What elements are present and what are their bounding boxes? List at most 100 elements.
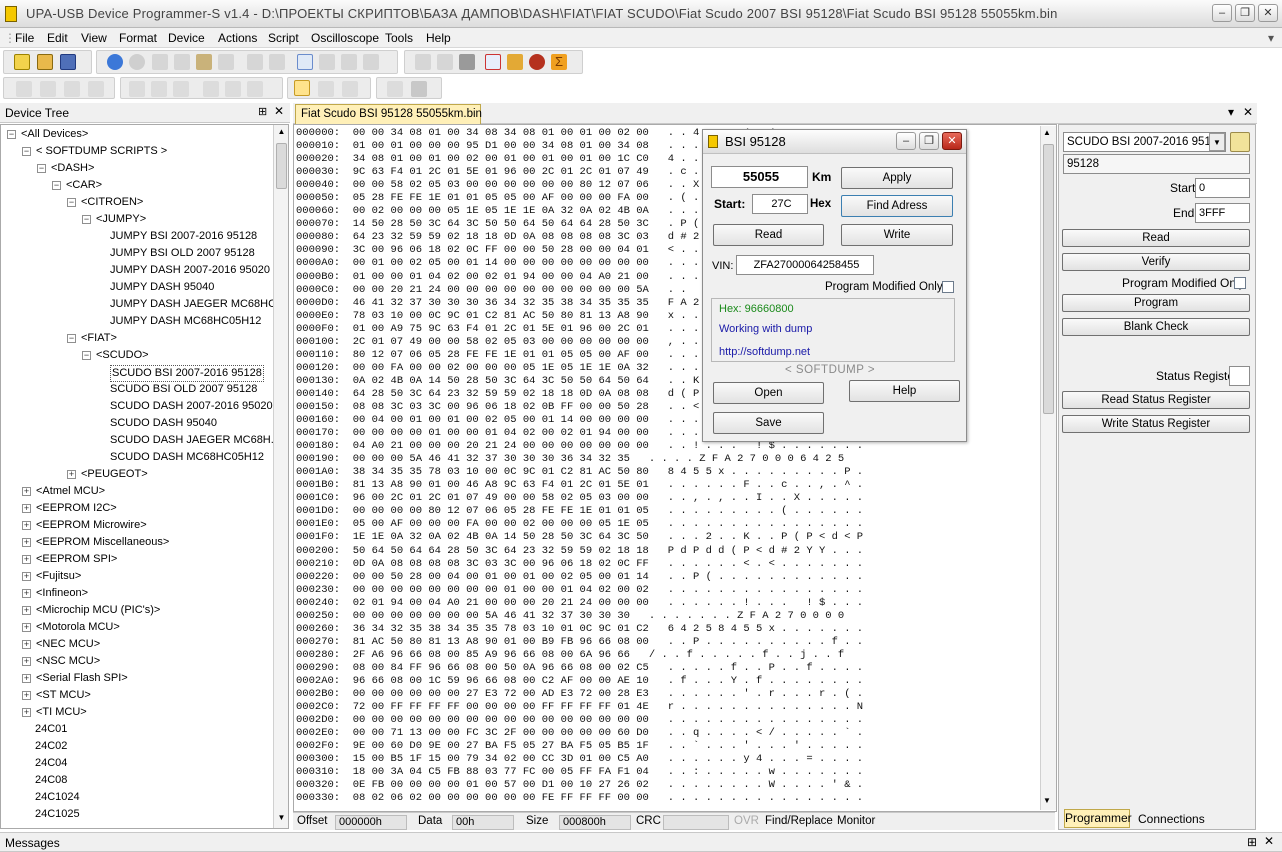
km-input[interactable]: 55055 [711, 166, 808, 188]
tree-node[interactable]: <SCUDO> [96, 348, 149, 363]
tree-node[interactable]: <FIAT> [81, 331, 117, 346]
menu-help[interactable]: Help [426, 31, 451, 45]
menu-view[interactable]: View [81, 31, 107, 45]
dialog-close-button[interactable]: ✕ [942, 132, 962, 150]
tree-node[interactable]: <Microchip MCU (PIC's)> [36, 603, 160, 618]
align-center-icon[interactable] [225, 81, 241, 97]
tree-node[interactable]: JUMPY DASH MC68HC05H12 [110, 314, 261, 329]
tree-scrollbar[interactable]: ▲ ▼ [273, 125, 288, 828]
tree-node[interactable]: <JUMPY> [96, 212, 146, 227]
align-right-icon[interactable] [247, 81, 263, 97]
expand-icon[interactable]: + [22, 606, 31, 615]
tree-node[interactable]: 24C01 [35, 722, 67, 737]
replace-icon[interactable] [269, 54, 285, 70]
tree-node[interactable]: 24C1024 [35, 790, 80, 805]
tree-node[interactable]: <TI MCU> [36, 705, 87, 720]
hex-line[interactable]: 0001A0: 38 34 35 35 78 03 10 00 0C 9C 01… [296, 466, 1042, 479]
hex-line[interactable]: 000190: 00 00 00 5A 46 41 32 37 30 30 30… [296, 453, 1042, 466]
new-icon[interactable] [14, 54, 30, 70]
tree-node[interactable]: SCUDO DASH 2007-2016 95020 [110, 399, 273, 414]
tree-node[interactable]: JUMPY BSI 2007-2016 95128 [110, 229, 257, 244]
hex-line[interactable]: 000280: 2F A6 96 66 08 00 85 A9 96 66 08… [296, 649, 1042, 662]
menu-script[interactable]: Script [268, 31, 299, 45]
tree-node[interactable]: SCUDO BSI 2007-2016 95128 [110, 365, 264, 382]
bold-icon[interactable] [129, 81, 145, 97]
undo-icon[interactable] [107, 54, 123, 70]
hex-line[interactable]: 000320: 0E FB 00 00 00 00 01 00 57 00 D1… [296, 779, 1042, 792]
expand-icon[interactable]: + [22, 572, 31, 581]
tree-node[interactable]: <Motorola MCU> [36, 620, 120, 635]
apply-button[interactable]: Apply [841, 167, 953, 189]
hex-line[interactable]: 0002D0: 00 00 00 00 00 00 00 00 00 00 00… [296, 714, 1042, 727]
read-chip-button[interactable]: Read [1062, 229, 1250, 247]
chip-icon[interactable] [415, 54, 431, 70]
tree-node[interactable]: <CAR> [66, 178, 102, 193]
close-tab-icon[interactable]: ✕ [1243, 105, 1253, 119]
arrows-icon[interactable] [88, 81, 104, 97]
minimize-button[interactable]: – [1212, 4, 1232, 22]
hex-line[interactable]: 000330: 08 02 06 02 00 00 00 00 00 00 FE… [296, 792, 1042, 805]
open-script-icon[interactable] [1230, 132, 1250, 152]
tree-node[interactable]: <ST MCU> [36, 688, 91, 703]
expand-icon[interactable]: + [22, 623, 31, 632]
hex-scroll-thumb[interactable] [1043, 144, 1054, 414]
tab-list-icon[interactable]: ▾ [1228, 105, 1234, 119]
hex-line[interactable]: 0002B0: 00 00 00 00 00 00 27 E3 72 00 AD… [296, 688, 1042, 701]
tree-node[interactable]: SCUDO DASH MC68HC05H12 [110, 450, 264, 465]
end-address-input[interactable]: 3FFF [1195, 203, 1250, 223]
delete-icon[interactable] [218, 54, 234, 70]
hex-line[interactable]: 0002C0: 72 00 FF FF FF FF 00 00 00 00 FF… [296, 701, 1042, 714]
find-replace-tab[interactable]: Find/Replace [765, 815, 833, 827]
expand-icon[interactable]: + [22, 640, 31, 649]
menu-tools[interactable]: Tools [385, 31, 413, 45]
hex-line[interactable]: 0002F0: 9E 00 60 D0 9E 00 27 BA F5 05 27… [296, 740, 1042, 753]
play-icon[interactable] [387, 81, 403, 97]
tree-node[interactable]: <CITROEN> [81, 195, 143, 210]
redo-icon[interactable] [129, 54, 145, 70]
checklist-icon[interactable] [485, 54, 501, 70]
expand-icon[interactable]: + [22, 538, 31, 547]
pins-icon[interactable] [459, 54, 475, 70]
hex-line[interactable]: 0001C0: 96 00 2C 01 2C 01 07 49 00 00 58… [296, 492, 1042, 505]
hex-scrollbar[interactable]: ▲ ▼ [1040, 126, 1056, 810]
tree-node[interactable]: <EEPROM SPI> [36, 552, 117, 567]
stop-icon[interactable] [411, 81, 427, 97]
hex-line[interactable]: 0002E0: 00 00 71 13 00 00 FC 3C 2F 00 00… [296, 727, 1042, 740]
dialog-minimize-button[interactable]: – [896, 132, 916, 150]
tree-node[interactable]: <Fujitsu> [36, 569, 81, 584]
hex-line[interactable]: 000250: 00 00 00 00 00 00 00 5A 46 41 32… [296, 610, 1042, 623]
hex-line[interactable]: 000300: 15 00 B5 1F 15 00 79 34 02 00 CC… [296, 753, 1042, 766]
messages-close-icon[interactable]: ✕ [1264, 834, 1274, 848]
underline-icon[interactable] [173, 81, 189, 97]
tree-node[interactable]: SCUDO DASH 95040 [110, 416, 217, 431]
tree-node[interactable]: 24C1025 [35, 807, 80, 822]
tree-node[interactable]: <Atmel MCU> [36, 484, 105, 499]
tree-node[interactable]: SCUDO DASH JAEGER MC68H... [110, 433, 280, 448]
start-input[interactable]: 27C [752, 194, 808, 214]
write-status-register-button[interactable]: Write Status Register [1062, 415, 1250, 433]
paste-icon[interactable] [196, 54, 212, 70]
start-address-input[interactable]: 0 [1195, 178, 1250, 198]
write-button[interactable]: Write [841, 224, 953, 246]
collapse-icon[interactable]: − [22, 147, 31, 156]
pointer-icon[interactable] [294, 80, 310, 96]
expand-icon[interactable]: + [67, 470, 76, 479]
hex-line[interactable]: 0001F0: 1E 1E 0A 32 0A 02 4B 0A 14 50 28… [296, 531, 1042, 544]
grid-icon[interactable] [342, 81, 358, 97]
wand-icon[interactable] [16, 81, 32, 97]
messages-pin-icon[interactable]: ⊞ [1247, 835, 1257, 849]
save-button[interactable]: Save [713, 412, 824, 434]
hex-line[interactable]: 0001E0: 05 00 AF 00 00 00 FA 00 00 02 00… [296, 518, 1042, 531]
menu-device[interactable]: Device [168, 31, 205, 45]
find-icon[interactable] [247, 54, 263, 70]
menu-file[interactable]: File [15, 31, 34, 45]
hex-line[interactable]: 000180: 04 A0 21 00 00 00 20 21 24 00 00… [296, 440, 1042, 453]
pin-icon[interactable]: ⊞ [258, 105, 267, 118]
menu-actions[interactable]: Actions [218, 31, 257, 45]
vin-input[interactable]: ZFA27000064258455 [736, 255, 874, 275]
tree-node[interactable]: <EEPROM I2C> [36, 501, 117, 516]
tree-node[interactable]: 24C02 [35, 739, 67, 754]
hex-line[interactable]: 000310: 18 00 3A 04 C5 FB 88 03 77 FC 00… [296, 766, 1042, 779]
tree-node[interactable]: JUMPY BSI OLD 2007 95128 [110, 246, 255, 261]
help-button[interactable]: Help [849, 380, 960, 402]
